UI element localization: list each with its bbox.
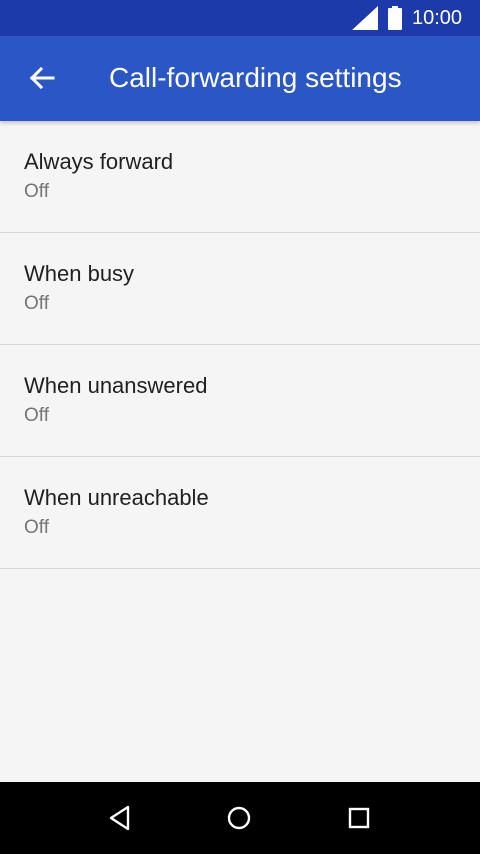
settings-list: Always forward Off When busy Off When un… [0, 121, 480, 569]
setting-when-unreachable[interactable]: When unreachable Off [0, 457, 480, 569]
navigation-bar [0, 782, 480, 854]
setting-always-forward[interactable]: Always forward Off [0, 121, 480, 233]
back-triangle-icon [109, 805, 130, 831]
nav-back-button[interactable] [96, 794, 144, 842]
nav-home-button[interactable] [215, 794, 263, 842]
signal-icon [352, 6, 378, 30]
setting-summary: Off [24, 405, 49, 426]
setting-title: Always forward [24, 149, 174, 174]
nav-recents-button[interactable] [335, 794, 383, 842]
setting-when-busy[interactable]: When busy Off [0, 233, 480, 345]
recents-square-icon [348, 807, 370, 829]
arrow-back-icon [29, 66, 55, 90]
setting-summary: Off [24, 181, 49, 202]
page-title: Call-forwarding settings [109, 62, 402, 93]
status-clock: 10:00 [412, 7, 463, 29]
setting-summary: Off [24, 293, 49, 314]
status-bar: 10:00 [0, 0, 480, 36]
setting-title: When unreachable [24, 485, 209, 510]
app-bar: Call-forwarding settings [0, 36, 480, 121]
battery-icon [388, 6, 402, 30]
setting-when-unanswered[interactable]: When unanswered Off [0, 345, 480, 457]
back-button[interactable] [18, 54, 66, 102]
home-circle-icon [227, 806, 251, 830]
setting-summary: Off [24, 517, 49, 538]
setting-title: When busy [24, 261, 135, 286]
setting-title: When unanswered [24, 373, 208, 398]
